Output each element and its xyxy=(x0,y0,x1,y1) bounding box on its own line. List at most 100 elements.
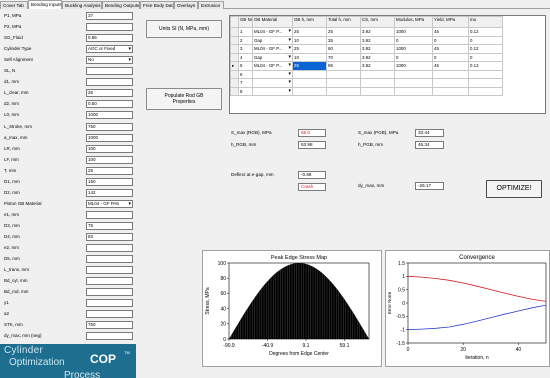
grid-header[interactable]: CS, mm xyxy=(360,16,395,28)
grid-header[interactable]: Modulus, MPa xyxy=(394,16,433,28)
grid-cell[interactable]: 1000 xyxy=(394,27,433,37)
grid-header[interactable]: Total h, mm xyxy=(326,16,361,28)
grid-cell[interactable]: 35 xyxy=(326,35,361,45)
input-field[interactable] xyxy=(86,277,133,286)
grid-cell[interactable]: 8 xyxy=(238,86,253,96)
grid-cell[interactable] xyxy=(292,86,327,96)
input-field[interactable]: 0.50 xyxy=(86,100,133,109)
tab-overlays[interactable]: Overlays xyxy=(174,1,198,9)
row-selector[interactable] xyxy=(230,27,239,37)
grid-cell[interactable]: 3.92 xyxy=(360,27,395,37)
input-field[interactable] xyxy=(86,210,133,219)
grid-cell[interactable] xyxy=(360,69,395,79)
input-field[interactable] xyxy=(86,244,133,253)
grid-cell[interactable] xyxy=(432,86,469,96)
row-selector[interactable] xyxy=(230,86,239,96)
grid-cell[interactable] xyxy=(394,69,433,79)
row-selector[interactable] xyxy=(230,69,239,79)
tab-free-body-data[interactable]: Free Body Data xyxy=(140,1,174,9)
grid-cell[interactable]: 10 xyxy=(292,52,327,62)
grid-cell[interactable]: 25 xyxy=(292,61,327,71)
gland-bearing-grid[interactable]: GB NumGB MaterialGB h, mmTotal h, mmCS, … xyxy=(229,15,546,114)
input-field[interactable] xyxy=(86,299,133,308)
grid-cell[interactable]: 0 xyxy=(432,52,469,62)
input-field[interactable] xyxy=(86,288,133,297)
grid-cell[interactable]: 7 xyxy=(238,78,253,88)
grid-cell[interactable]: 3.92 xyxy=(360,61,395,71)
input-field[interactable] xyxy=(86,78,133,87)
row-selector[interactable] xyxy=(230,35,239,45)
tab-bending-outputs[interactable]: Bending Outputs xyxy=(102,1,140,9)
input-field[interactable]: 75 xyxy=(86,221,133,230)
input-select[interactable]: No xyxy=(86,56,133,65)
tab-extrusion[interactable]: Extrusion xyxy=(198,1,224,9)
input-field[interactable]: 750 xyxy=(86,122,133,131)
grid-cell[interactable]: 0 xyxy=(394,35,433,45)
input-field[interactable]: 142 xyxy=(86,188,133,197)
grid-cell[interactable]: 0 xyxy=(468,52,503,62)
grid-header[interactable]: Yield, MPa xyxy=(432,16,469,28)
input-field[interactable]: 1000 xyxy=(86,111,133,120)
grid-cell[interactable] xyxy=(292,69,327,79)
grid-cell[interactable]: 3.92 xyxy=(360,44,395,54)
grid-cell[interactable]: 1000 xyxy=(394,44,433,54)
grid-cell[interactable]: 0 xyxy=(468,35,503,45)
populate-rod-gb-button[interactable]: Populate Rod GB Properties xyxy=(146,88,222,110)
grid-header[interactable]: GB Num xyxy=(238,16,253,28)
grid-cell[interactable] xyxy=(252,78,293,88)
grid-cell[interactable]: 70 xyxy=(326,52,361,62)
grid-cell[interactable] xyxy=(468,69,503,79)
input-field[interactable] xyxy=(86,23,133,32)
grid-cell[interactable]: 6 xyxy=(238,69,253,79)
grid-cell[interactable]: 25 xyxy=(326,27,361,37)
grid-cell[interactable] xyxy=(252,69,293,79)
tab-buckling-analysis[interactable]: Buckling Analysis xyxy=(62,1,102,9)
tab-cover-tab[interactable]: Cover Tab xyxy=(0,1,28,9)
grid-cell[interactable]: 5 xyxy=(238,61,253,71)
grid-cell[interactable]: 45 xyxy=(432,61,469,71)
grid-cell[interactable]: 0.12 xyxy=(468,61,503,71)
grid-cell[interactable]: 4 xyxy=(238,52,253,62)
input-field[interactable]: 25 xyxy=(86,89,133,98)
grid-header[interactable] xyxy=(230,16,239,28)
units-button[interactable]: Units SI (N, MPa, mm) xyxy=(146,20,222,38)
row-selector[interactable] xyxy=(230,78,239,88)
input-field[interactable] xyxy=(86,266,133,275)
grid-cell[interactable]: 60 xyxy=(326,44,361,54)
grid-cell[interactable] xyxy=(432,78,469,88)
grid-cell[interactable]: 1 xyxy=(238,27,253,37)
input-field[interactable]: 100 xyxy=(86,155,133,164)
grid-cell[interactable] xyxy=(468,86,503,96)
input-field[interactable]: 750 xyxy=(86,321,133,330)
grid-cell[interactable]: 0.12 xyxy=(468,27,503,37)
input-field[interactable]: 83 xyxy=(86,233,133,241)
input-field[interactable]: 0.85 xyxy=(86,34,133,43)
grid-cell[interactable]: 3.92 xyxy=(360,35,395,45)
grid-cell[interactable] xyxy=(252,86,293,96)
grid-cell[interactable]: 2 xyxy=(238,35,253,45)
input-field[interactable] xyxy=(86,310,133,319)
input-field[interactable]: 1000 xyxy=(86,133,133,142)
input-field[interactable]: 25 xyxy=(86,166,133,175)
grid-cell[interactable]: ML04 - GF P... xyxy=(252,27,293,37)
input-field[interactable]: 150 xyxy=(86,177,133,186)
grid-cell[interactable]: Gap xyxy=(252,52,293,62)
grid-cell[interactable]: 10 xyxy=(292,35,327,45)
grid-cell[interactable] xyxy=(468,78,503,88)
input-select[interactable]: AGC or Fixed xyxy=(86,45,133,54)
grid-cell[interactable]: 45 xyxy=(432,44,469,54)
grid-cell[interactable]: Gap xyxy=(252,35,293,45)
grid-header[interactable]: GB h, mm xyxy=(292,16,327,28)
input-field[interactable]: 37 xyxy=(86,12,133,20)
grid-cell[interactable]: 3.92 xyxy=(360,52,395,62)
row-selector[interactable] xyxy=(230,44,239,54)
grid-cell[interactable]: 0.12 xyxy=(468,44,503,54)
grid-cell[interactable]: 0 xyxy=(432,35,469,45)
grid-cell[interactable] xyxy=(292,78,327,88)
grid-cell[interactable]: 45 xyxy=(432,27,469,37)
grid-cell[interactable]: ML04 - GF P... xyxy=(252,61,293,71)
grid-cell[interactable] xyxy=(326,78,361,88)
grid-cell[interactable]: 25 xyxy=(292,44,327,54)
optimize-button[interactable]: OPTIMIZE! xyxy=(486,180,542,198)
input-field[interactable] xyxy=(86,255,133,264)
